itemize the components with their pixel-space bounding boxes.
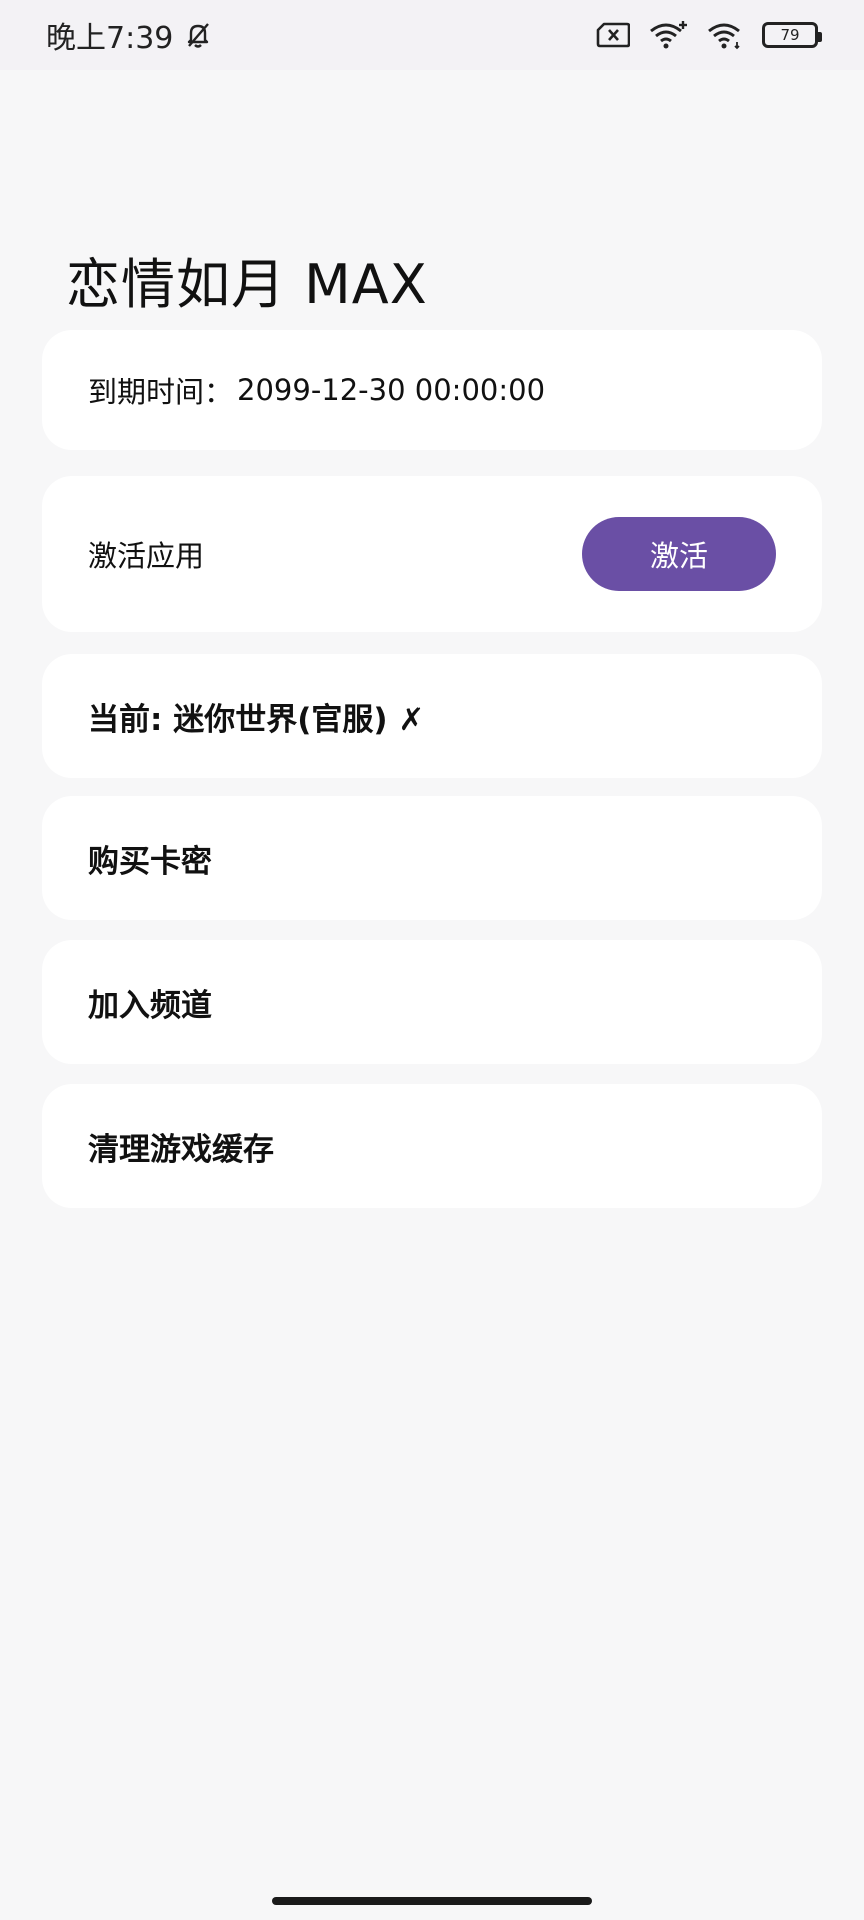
current-game-label: 当前: 迷你世界(官服) ✗	[88, 701, 425, 738]
join-channel-item[interactable]: 加入频道	[42, 940, 822, 1064]
current-game-card[interactable]: 当前: 迷你世界(官服) ✗	[42, 654, 822, 778]
clear-game-cache-item[interactable]: 清理游戏缓存	[42, 1084, 822, 1208]
wifi-icon	[706, 20, 744, 50]
expiry-card: 到期时间： 2099-12-30 00:00:00	[42, 330, 822, 450]
wifi-plus-icon	[648, 20, 688, 50]
bell-muted-icon	[183, 20, 213, 50]
battery-icon: 79	[762, 22, 822, 48]
buy-card-key-label: 购买卡密	[88, 843, 212, 880]
page-title: 恋情如月 MAX	[66, 253, 428, 316]
status-bar: 晚上7:39 79	[0, 0, 864, 70]
status-left: 晚上7:39	[46, 13, 213, 57]
expiry-label: 到期时间：	[88, 375, 234, 409]
home-indicator[interactable]	[272, 1897, 592, 1905]
battery-level: 79	[780, 25, 800, 44]
clear-game-cache-label: 清理游戏缓存	[88, 1131, 274, 1168]
status-right: 79	[596, 20, 822, 50]
expiry-value: 2099-12-30 00:00:00	[237, 373, 546, 407]
buy-card-key-item[interactable]: 购买卡密	[42, 796, 822, 920]
status-time: 晚上7:39	[46, 21, 174, 56]
activate-button[interactable]: 激活	[582, 517, 776, 591]
activate-label: 激活应用	[88, 539, 205, 573]
join-channel-label: 加入频道	[88, 987, 212, 1024]
sim-disabled-icon	[596, 22, 630, 48]
activate-card: 激活应用 激活	[42, 476, 822, 632]
